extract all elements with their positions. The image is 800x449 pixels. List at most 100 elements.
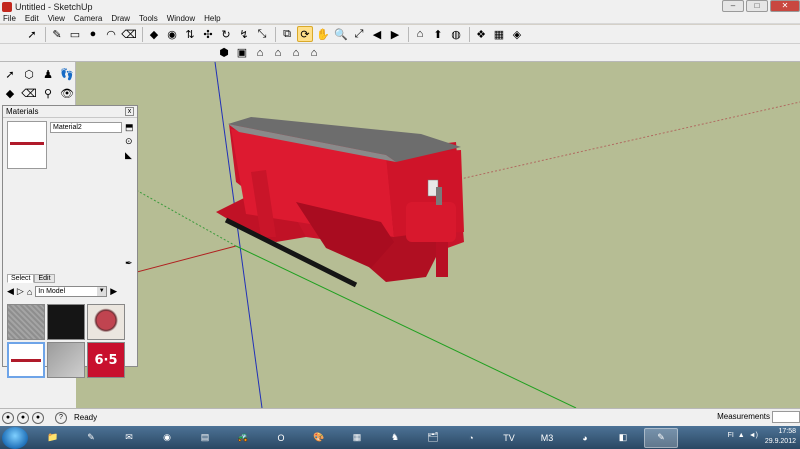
paint-icon[interactable]: 🎨 (302, 428, 336, 448)
move-icon[interactable]: ✣ (200, 26, 216, 42)
tractor-icon[interactable]: 🚜 (226, 428, 260, 448)
clock[interactable]: 17:58 29.9.2012 (765, 427, 796, 447)
push-pull-icon[interactable]: ⇅ (182, 26, 198, 42)
zoom-icon[interactable]: 🔍 (333, 26, 349, 42)
back-arrow-icon[interactable]: ◀ (7, 286, 14, 297)
position-camera-icon[interactable]: ⚲ (40, 85, 56, 101)
collection-select[interactable]: In Model ▼ (35, 286, 108, 297)
styles-icon[interactable]: ◈ (509, 26, 525, 42)
paint-bucket-icon[interactable]: ◆ (146, 26, 162, 42)
menu-camera[interactable]: Camera (74, 14, 102, 23)
swatch-gray-metal[interactable] (47, 342, 85, 378)
eraser-icon[interactable]: ⌫ (121, 26, 137, 42)
start-button[interactable] (2, 426, 28, 449)
blender-icon[interactable]: ◉ (150, 428, 184, 448)
paint-tool-icon[interactable]: ◆ (2, 85, 18, 101)
network-icon[interactable]: ▲ (738, 432, 745, 439)
sketchup-active-icon[interactable]: ✎ (644, 427, 678, 448)
material-name-field[interactable]: Material2 (50, 122, 122, 133)
walk-icon[interactable]: ♟ (40, 66, 56, 82)
front-view-icon[interactable]: ⌂ (252, 45, 268, 61)
media-icon[interactable]: ◔ (454, 428, 488, 448)
eraser-tool-icon[interactable]: ⌫ (21, 85, 37, 101)
sample-paint-icon[interactable]: ◣ (125, 150, 137, 161)
help-icon[interactable]: ? (55, 411, 67, 424)
look-around-icon[interactable]: 👁 (59, 85, 75, 101)
left-view-icon[interactable]: ⌂ (306, 45, 322, 61)
swatch-65-decal[interactable]: 6·5 (87, 342, 125, 378)
create-material-icon[interactable]: ⬒ (125, 122, 137, 133)
calculator-icon[interactable]: ▦ (340, 428, 374, 448)
select-tool-icon[interactable]: ➚ (2, 66, 18, 82)
menu-help[interactable]: Help (204, 14, 220, 23)
materials-icon[interactable]: ▦ (491, 26, 507, 42)
editor-icon[interactable]: ▤ (188, 428, 222, 448)
close-button[interactable]: ✕ (770, 0, 800, 12)
get-models-icon[interactable]: ⌂ (412, 26, 428, 42)
select-icon[interactable]: ➚ (24, 26, 40, 42)
mail-icon[interactable]: ✉ (112, 428, 146, 448)
scale-icon[interactable]: ⤡ (254, 26, 270, 42)
right-view-icon[interactable]: ⌂ (270, 45, 286, 61)
swatch-gauge[interactable] (87, 304, 125, 340)
orbit-icon[interactable]: ⟳ (297, 26, 313, 42)
geo-location-icon[interactable]: ● (2, 411, 14, 424)
google-earth-icon[interactable]: ◍ (448, 26, 464, 42)
forward-arrow-icon[interactable]: ▷ (17, 286, 24, 297)
tape-measure-icon[interactable]: ◉ (164, 26, 180, 42)
menu-view[interactable]: View (48, 14, 65, 23)
game-icon[interactable]: ♞ (378, 428, 412, 448)
components-icon[interactable]: ❖ (473, 26, 489, 42)
top-view-icon[interactable]: ▣ (234, 45, 250, 61)
zoom-extents-icon[interactable]: ⤢ (351, 26, 367, 42)
swatch-black[interactable] (47, 304, 85, 340)
rotate-icon[interactable]: ↻ (218, 26, 234, 42)
menu-file[interactable]: File (3, 14, 16, 23)
sketchup-task-icon[interactable]: ✎ (74, 428, 108, 448)
pan-icon[interactable]: ✋ (315, 26, 331, 42)
user-icon[interactable]: ● (32, 411, 44, 424)
swatch-material2[interactable] (7, 342, 45, 378)
model-canvas[interactable] (76, 62, 800, 408)
offset-icon[interactable]: ⧉ (279, 26, 295, 42)
tv-icon[interactable]: TV (492, 428, 526, 448)
folder-icon[interactable]: 🗂 (416, 428, 450, 448)
opera-icon[interactable]: O (264, 428, 298, 448)
minimize-button[interactable]: – (722, 0, 744, 12)
iso-view-icon[interactable]: ⬢ (216, 45, 232, 61)
tab-edit[interactable]: Edit (34, 274, 55, 283)
menu-tools[interactable]: Tools (139, 14, 158, 23)
share-model-icon[interactable]: ⬆ (430, 26, 446, 42)
measurements-input[interactable] (772, 411, 800, 423)
pencil-icon[interactable]: ✎ (49, 26, 65, 42)
default-material-icon[interactable]: ⊙ (125, 136, 137, 147)
fertilizer-spreader-model (216, 117, 464, 288)
arc-icon[interactable]: ◠ (103, 26, 119, 42)
home-icon[interactable]: ⌂ (27, 287, 32, 297)
explorer-icon[interactable]: 📁 (36, 428, 70, 448)
follow-me-icon[interactable]: ↯ (236, 26, 252, 42)
model-viewport[interactable] (76, 62, 800, 408)
make-component-icon[interactable]: ⬡ (21, 66, 37, 82)
menu-window[interactable]: Window (167, 14, 195, 23)
archive-icon[interactable]: ◧ (606, 428, 640, 448)
volume-icon[interactable]: ◄) (749, 432, 758, 439)
eyedropper-icon[interactable]: ✒ (125, 258, 133, 269)
next-view-icon[interactable]: ▶ (387, 26, 403, 42)
footprints-icon[interactable]: 👣 (59, 66, 75, 82)
chrome-icon[interactable]: ◕ (568, 428, 602, 448)
back-view-icon[interactable]: ⌂ (288, 45, 304, 61)
materials-close-button[interactable]: x (125, 107, 134, 116)
tab-select[interactable]: Select (7, 274, 35, 283)
swatch-gray-texture[interactable] (7, 304, 45, 340)
menu-draw[interactable]: Draw (111, 14, 130, 23)
details-arrow-icon[interactable]: ▶ (110, 286, 117, 297)
language-indicator[interactable]: FI (728, 432, 734, 439)
menu-edit[interactable]: Edit (25, 14, 39, 23)
maximize-button[interactable]: □ (746, 0, 768, 12)
rectangle-icon[interactable]: ▭ (67, 26, 83, 42)
circle-icon[interactable]: ● (85, 26, 101, 42)
credits-icon[interactable]: ● (17, 411, 29, 424)
previous-view-icon[interactable]: ◀ (369, 26, 385, 42)
bmw-icon[interactable]: M3 (530, 428, 564, 448)
